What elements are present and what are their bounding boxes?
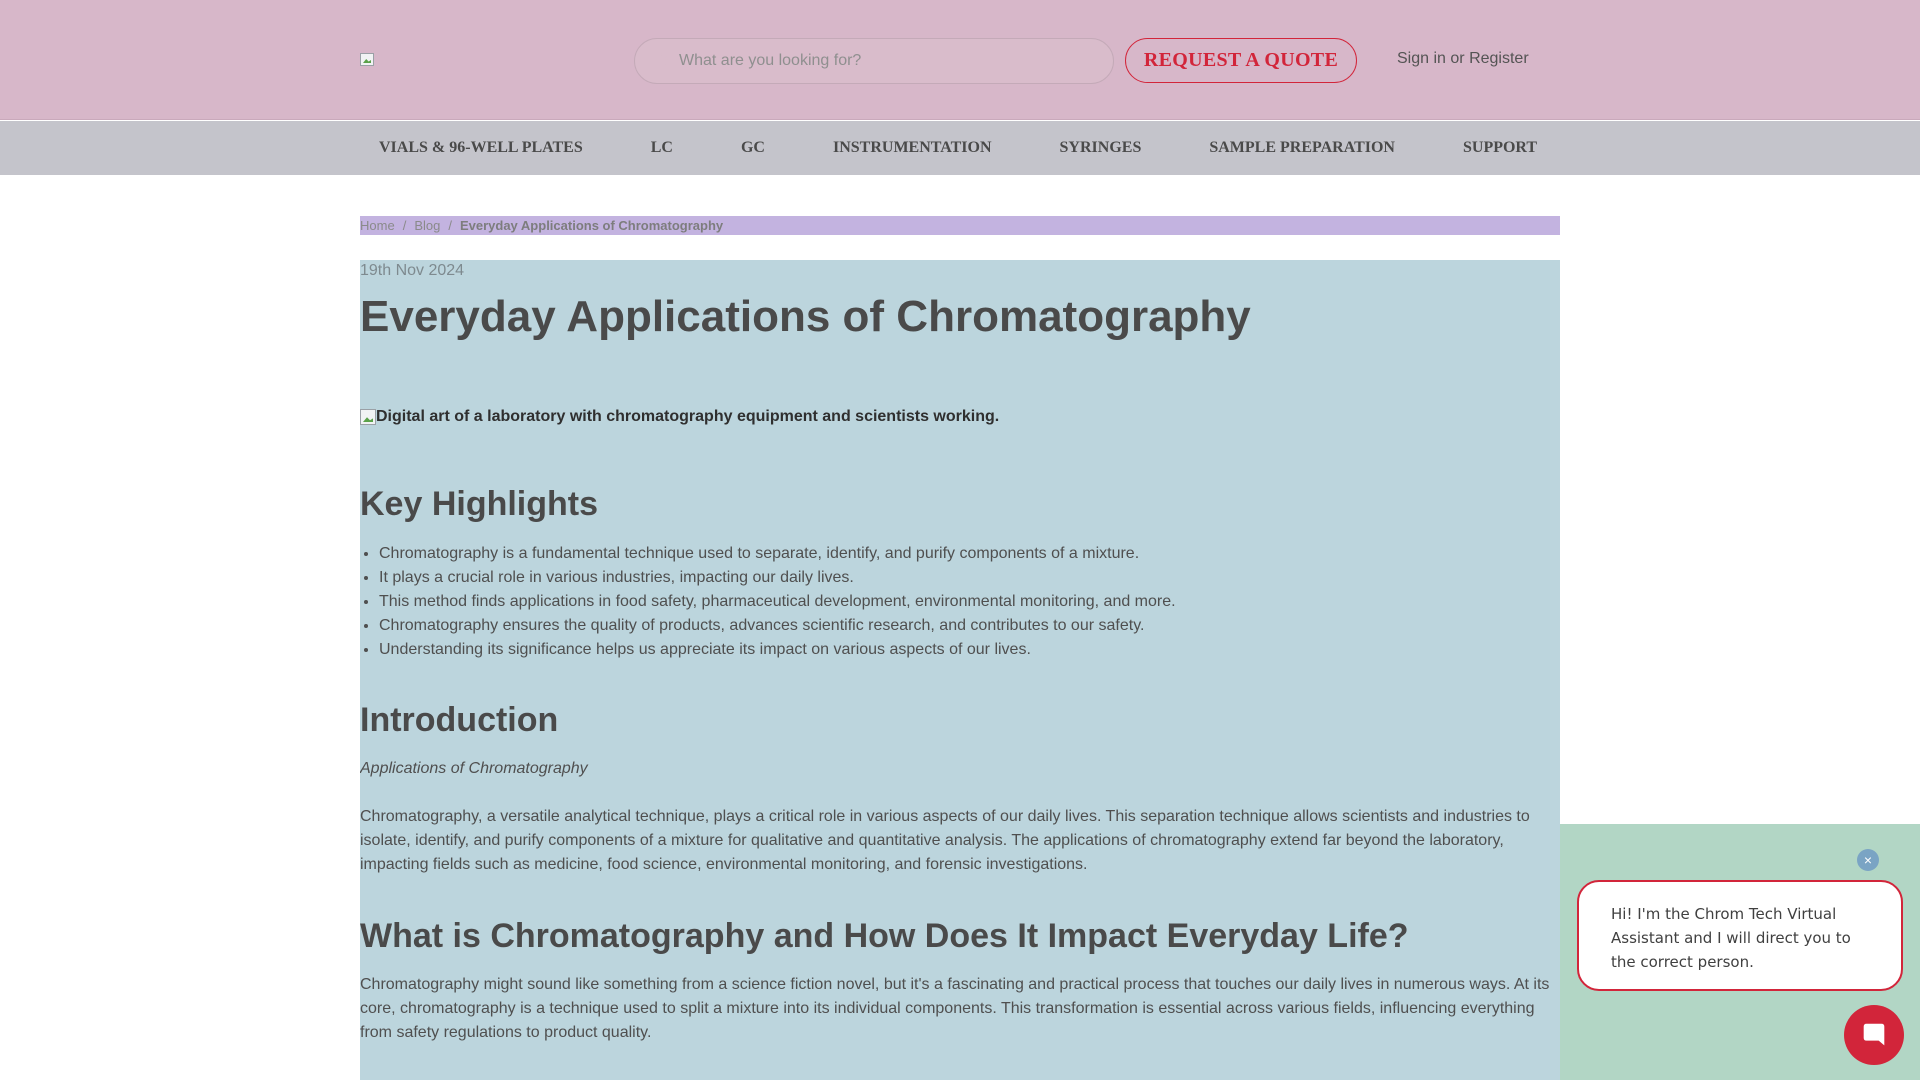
chat-launcher-button[interactable] <box>1844 1005 1904 1065</box>
breadcrumb-current: Everyday Applications of Chromatography <box>459 218 724 233</box>
breadcrumb: Home / Blog / Everyday Applications of C… <box>360 216 1560 235</box>
article-content: 19th Nov 2024 Everyday Applications of C… <box>360 260 1560 1080</box>
search-bar <box>634 38 1114 84</box>
what-is-paragraph: Chromatography might sound like somethin… <box>360 976 1550 1041</box>
chat-icon <box>1863 1023 1885 1046</box>
broken-image-icon <box>360 409 376 425</box>
highlights-list: Chromatography is a fundamental techniqu… <box>379 542 1176 662</box>
what-is-heading: What is Chromatography and How Does It I… <box>360 917 1409 955</box>
nav-item-lc[interactable]: LC <box>632 139 692 157</box>
search-input[interactable] <box>679 39 1099 83</box>
logo-broken-image-icon[interactable] <box>360 53 376 67</box>
request-quote-button[interactable]: REQUEST A QUOTE <box>1125 38 1357 83</box>
search-icon <box>655 53 671 69</box>
breadcrumb-home[interactable]: Home <box>360 218 395 233</box>
list-item: Chromatography ensures the quality of pr… <box>379 614 1176 638</box>
site-header: REQUEST A QUOTE Sign in or Register <box>0 0 1920 120</box>
nav-item-sample-preparation[interactable]: SAMPLE PREPARATION <box>1190 139 1414 157</box>
account-or-text: or <box>1450 50 1465 67</box>
hero-image-broken: Digital art of a laboratory with chromat… <box>360 408 999 426</box>
post-date: 19th Nov 2024 <box>360 262 465 279</box>
list-item: Chromatography is a fundamental techniqu… <box>379 542 1176 566</box>
nav-item-vials[interactable]: VIALS & 96-WELL PLATES <box>360 139 602 157</box>
page-title: Everyday Applications of Chromatography <box>360 292 1251 341</box>
breadcrumb-separator: / <box>402 218 407 233</box>
register-link[interactable]: Register <box>1469 50 1529 67</box>
list-item: Understanding its significance helps us … <box>379 638 1176 662</box>
sign-in-link[interactable]: Sign in <box>1397 50 1446 67</box>
intro-paragraph: Chromatography, a versatile analytical t… <box>360 808 1530 873</box>
account-links: Sign in or Register <box>1397 50 1529 68</box>
main-nav: VIALS & 96-WELL PLATES LC GC INSTRUMENTA… <box>0 121 1920 175</box>
intro-subtitle: Applications of Chromatography <box>360 760 588 777</box>
image-icon <box>360 53 374 66</box>
chat-greeting-bubble[interactable]: Hi! I'm the Chrom Tech Virtual Assistant… <box>1577 880 1903 991</box>
breadcrumb-separator: / <box>448 218 452 233</box>
nav-item-instrumentation[interactable]: INSTRUMENTATION <box>814 139 1011 157</box>
introduction-heading: Introduction <box>360 701 559 739</box>
nav-item-support[interactable]: SUPPORT <box>1444 139 1556 157</box>
breadcrumb-blog[interactable]: Blog <box>414 218 440 233</box>
list-item: This method finds applications in food s… <box>379 590 1176 614</box>
chat-close-icon[interactable]: × <box>1857 849 1879 871</box>
nav-item-gc[interactable]: GC <box>722 139 784 157</box>
nav-item-syringes[interactable]: SYRINGES <box>1041 139 1161 157</box>
key-highlights-heading: Key Highlights <box>360 485 599 523</box>
hero-image-alt-text: Digital art of a laboratory with chromat… <box>376 408 1000 425</box>
list-item: It plays a crucial role in various indus… <box>379 566 1176 590</box>
